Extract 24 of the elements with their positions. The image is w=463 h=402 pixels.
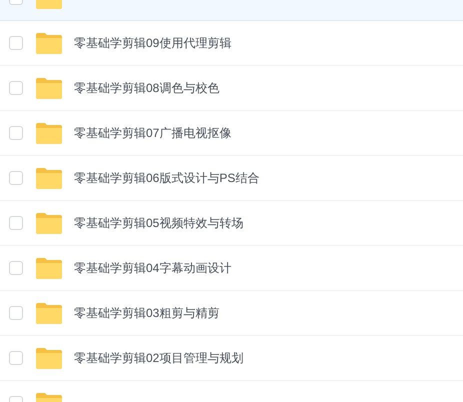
- file-name[interactable]: 零基础学剪辑04字幕动画设计: [74, 259, 232, 277]
- file-name[interactable]: 零基础学剪辑02项目管理与规划: [74, 349, 244, 367]
- checkbox[interactable]: [9, 216, 23, 230]
- folder-icon: [36, 348, 62, 368]
- folder-icon: [36, 32, 62, 54]
- folder-icon: [36, 122, 62, 144]
- file-name[interactable]: 零基础学剪辑06版式设计与PS结合: [74, 169, 260, 187]
- file-name[interactable]: 零基础学剪辑03粗剪与精剪: [74, 304, 220, 322]
- file-name[interactable]: 零基础学剪辑09使用代理剪辑: [74, 34, 232, 52]
- folder-icon: [36, 258, 62, 278]
- checkbox[interactable]: [9, 36, 23, 50]
- folder-icon: [36, 168, 62, 188]
- folder-icon: [36, 78, 62, 98]
- file-name[interactable]: 零基础学剪辑08调色与校色: [74, 79, 220, 97]
- checkbox[interactable]: [9, 81, 23, 95]
- checkbox[interactable]: [9, 261, 23, 275]
- checkbox[interactable]: [9, 351, 23, 365]
- file-name[interactable]: 零基础学剪辑05视频特效与转场: [74, 214, 244, 232]
- folder-icon: [36, 212, 62, 234]
- checkbox[interactable]: [9, 171, 23, 185]
- checkbox[interactable]: [9, 126, 23, 140]
- file-name[interactable]: 零基础学剪辑07广播电视抠像: [74, 124, 232, 142]
- folder-icon: [36, 302, 62, 324]
- checkbox[interactable]: [9, 306, 23, 320]
